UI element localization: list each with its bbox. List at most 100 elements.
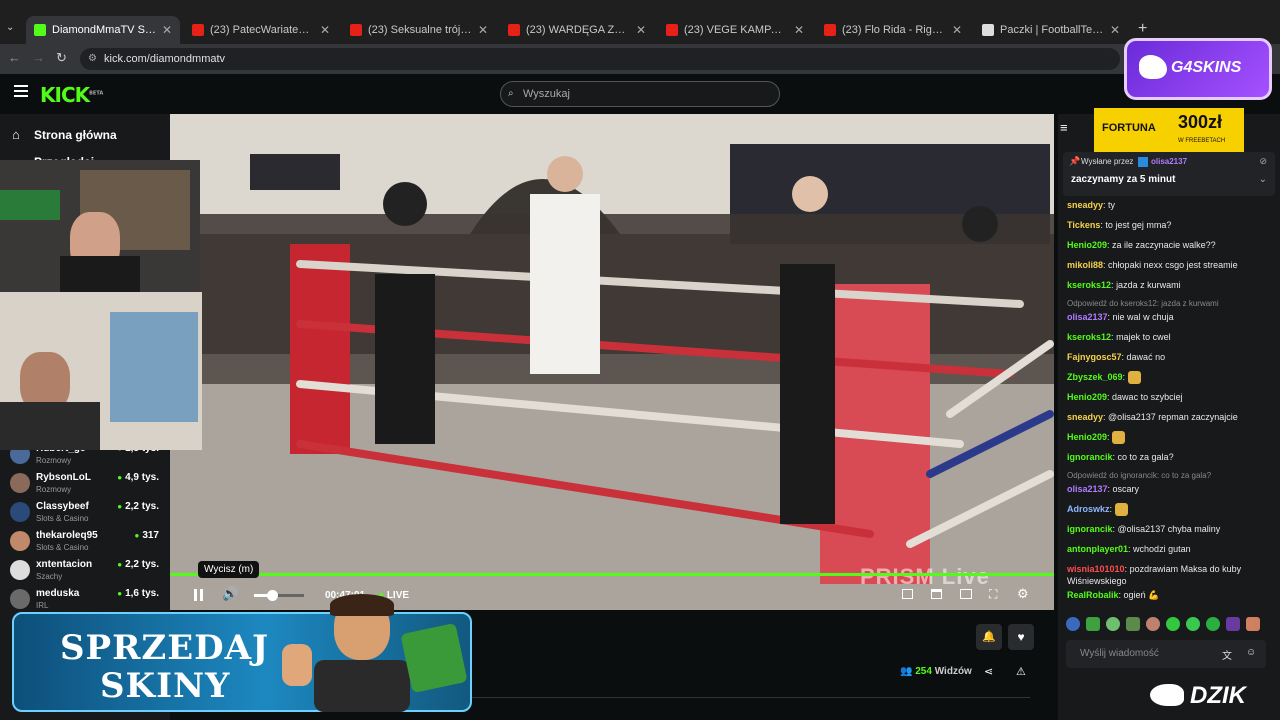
emote-icon[interactable] (1226, 617, 1240, 631)
emote-icon[interactable] (1186, 617, 1200, 631)
volume-icon[interactable]: 🔊 (222, 586, 238, 602)
chat-message[interactable]: olisa2137: oscary (1067, 483, 1267, 495)
site-info-icon[interactable]: ⚙ (88, 48, 97, 70)
search-input[interactable]: ⌕ Wyszukaj (500, 81, 780, 107)
chat-message[interactable]: Henio209: dawac to szybciej (1067, 391, 1267, 403)
chat-username[interactable]: antonplayer01 (1067, 544, 1128, 554)
tab-patecwariatec[interactable]: (23) PatecWariatec - YouTube ✕ (184, 18, 338, 42)
chat-message[interactable]: sneadyy: ty (1067, 199, 1267, 211)
video-player[interactable]: PRISM Live 🔊 00:47:01 ● LIVE ⛶ ⚙ (170, 114, 1054, 610)
chat-message[interactable]: olisa2137: nie wal w chuja (1067, 311, 1267, 323)
chat-message[interactable]: kseroks12: majek to cwel (1067, 331, 1267, 343)
close-icon[interactable]: ✕ (478, 23, 488, 37)
reload-icon[interactable]: ↻ (56, 50, 67, 66)
chat-username[interactable]: Adroswkz (1067, 504, 1110, 514)
chat-username[interactable]: ignorancik (1067, 452, 1113, 462)
forward-icon[interactable]: → (32, 50, 45, 65)
playback-progress-bar[interactable] (170, 573, 1054, 576)
chat-message[interactable]: wisnia101010: pozdrawiam Maksa do kuby W… (1067, 563, 1267, 587)
sidebar-channel[interactable]: Classybeef Slots & Casino 2,2 tys. (10, 500, 165, 528)
chat-message[interactable]: Fajnygosc57: dawać no (1067, 351, 1267, 363)
share-icon[interactable]: ⋖ (984, 665, 993, 678)
chat-username[interactable]: ignorancik (1067, 524, 1113, 534)
settings-gear-icon[interactable]: ⚙ (1017, 586, 1029, 602)
chat-message[interactable]: sneadyy: @olisa2137 repman zaczynajcie (1067, 411, 1267, 423)
tab-diamondmmatv[interactable]: DiamondMmaTV Stream - Watc ✕ (26, 16, 180, 44)
pause-button[interactable] (194, 589, 204, 601)
chat-message[interactable]: Tickens: to jest gej mma? (1067, 219, 1267, 231)
chat-username[interactable]: Henio209 (1067, 392, 1107, 402)
chat-message[interactable]: Zbyszek_069: (1067, 371, 1267, 385)
menu-icon[interactable] (14, 85, 28, 97)
fullscreen-icon[interactable]: ⛶ (989, 587, 997, 602)
chat-username[interactable]: kseroks12 (1067, 280, 1111, 290)
chat-username[interactable]: Fajnygosc57 (1067, 352, 1122, 362)
chat-message[interactable]: antonplayer01: wchodzi gutan (1067, 543, 1267, 555)
emote-icon[interactable] (1246, 617, 1260, 631)
volume-slider[interactable] (254, 590, 304, 601)
pinned-message[interactable]: 📌 Wysłane przez olisa2137 zaczynamy za 5… (1063, 152, 1275, 196)
chat-username[interactable]: kseroks12 (1067, 332, 1111, 342)
chat-username[interactable]: Henio209 (1067, 240, 1107, 250)
emote-icon[interactable] (1106, 617, 1120, 631)
sidebar-channel[interactable]: RybsonLoL Rozmowy 4,9 tys. (10, 471, 165, 499)
tab-wardega[interactable]: (23) WARDĘGA ZARZUCA SZAL ✕ (500, 18, 654, 42)
chat-username[interactable]: mikoli88 (1067, 260, 1103, 270)
clip-icon[interactable] (931, 589, 942, 599)
kick-logo[interactable]: KICKBETA (40, 83, 103, 107)
chat-message[interactable]: Henio209: za ile zaczynacie walke?? (1067, 239, 1267, 251)
chat-message[interactable]: RealRobalik: ogień 💪 (1067, 589, 1267, 601)
chat-username[interactable]: olisa2137 (1067, 312, 1108, 322)
chat-username[interactable]: olisa2137 (1067, 484, 1108, 494)
collapse-chat-icon[interactable]: ≡ (1060, 120, 1068, 135)
chat-username[interactable]: sneadyy (1067, 412, 1103, 422)
close-icon[interactable]: ✕ (1110, 23, 1120, 37)
g4skins-logo[interactable]: G4SKINS (1124, 38, 1272, 100)
close-icon[interactable]: ✕ (320, 23, 330, 37)
chat-input[interactable]: Wyślij wiadomość 文 ☺ (1066, 640, 1266, 668)
sidebar-channel[interactable]: thekaroleq95 Slots & Casino 317 (10, 529, 165, 557)
tab-flo-rida[interactable]: (23) Flo Rida - Right Round (fe ✕ (816, 18, 970, 42)
sidebar-item-home[interactable]: Strona główna (34, 128, 117, 142)
chevron-down-icon[interactable]: ⌄ (1259, 174, 1267, 185)
close-icon[interactable]: ✕ (794, 23, 804, 37)
emote-icon[interactable] (1206, 617, 1220, 631)
chat-username[interactable]: RealRobalik (1067, 590, 1119, 600)
chat-message[interactable]: ignorancik: @olisa2137 chyba maliny (1067, 523, 1267, 535)
new-tab-button[interactable]: + (1138, 20, 1147, 38)
fortuna-ad[interactable]: FORTUNA 300zł W FREEBETACH (1094, 108, 1244, 152)
chat-message[interactable]: ignorancik: co to za gala? (1067, 451, 1267, 463)
theater-mode-icon[interactable] (960, 589, 972, 599)
chat-username[interactable]: wisnia101010 (1067, 564, 1125, 574)
sidebar-channel[interactable]: meduska IRL 1,6 tys. (10, 587, 165, 615)
tab-search-dropdown-icon[interactable]: ⌄ (6, 22, 20, 36)
unpin-icon[interactable]: ⊘ (1259, 156, 1267, 167)
chat-message[interactable]: Adroswkz: (1067, 503, 1267, 517)
pip-icon[interactable] (902, 589, 913, 599)
tab-footballteam[interactable]: Paczki | FootballTeam - Online ✕ (974, 18, 1128, 42)
follow-heart-button[interactable]: ♥ (1008, 624, 1034, 650)
tab-vege-kampania[interactable]: (23) VEGE KAMPANIA CIŚNIENI ✕ (658, 18, 812, 42)
close-icon[interactable]: ✕ (636, 23, 646, 37)
back-icon[interactable]: ← (8, 50, 21, 65)
chat-message[interactable]: Henio209: (1067, 431, 1267, 445)
close-icon[interactable]: ✕ (952, 23, 962, 37)
report-icon[interactable]: ⚠ (1016, 665, 1026, 678)
emote-icon[interactable] (1066, 617, 1080, 631)
sidebar-channel[interactable]: xntentacion Szachy 2,2 tys. (10, 558, 165, 586)
chat-message[interactable]: mikoli88: chłopaki nexx csgo jest stream… (1067, 259, 1267, 271)
volume-slider-handle[interactable] (266, 590, 278, 601)
sell-skins-banner[interactable]: SPRZEDAJ SKINY (12, 594, 472, 712)
emote-icon[interactable] (1126, 617, 1140, 631)
emoji-icon[interactable]: ☺ (1246, 647, 1256, 658)
chat-username[interactable]: Zbyszek_069 (1067, 372, 1123, 382)
chat-username[interactable]: Tickens (1067, 220, 1100, 230)
tab-seksualne[interactable]: (23) Seksualne trójkąty i krwaw ✕ (342, 18, 496, 42)
chat-message[interactable]: kseroks12: jazda z kurwami (1067, 279, 1267, 291)
translate-icon[interactable]: 文 (1222, 647, 1232, 662)
chat-username[interactable]: Henio209 (1067, 432, 1107, 442)
emote-icon[interactable] (1146, 617, 1160, 631)
close-icon[interactable]: ✕ (162, 23, 172, 37)
emote-icon[interactable] (1166, 617, 1180, 631)
chat-username[interactable]: sneadyy (1067, 200, 1103, 210)
